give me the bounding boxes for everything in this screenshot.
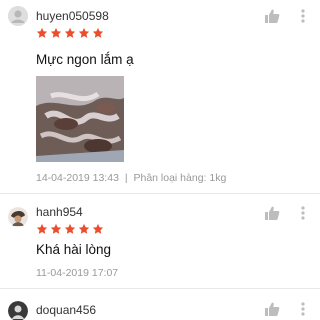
review-item: huyen050598 Mực ngon lắm ạ 14-04-2019 13…: [0, 0, 320, 188]
review-item: doquan456: [0, 289, 320, 320]
meta-separator: |: [124, 172, 128, 184]
user-photo-avatar-icon[interactable]: [8, 301, 28, 320]
review-item: hanh954 Khá hài lòng 11-04-2019 17:07: [0, 194, 320, 282]
star-icon: [36, 223, 48, 234]
star-icon: [78, 223, 90, 234]
thumbs-up-icon[interactable]: [264, 301, 280, 317]
reviewer-username[interactable]: doquan456: [36, 303, 96, 317]
variation-label: Phân loại hàng: 1kg: [133, 172, 227, 184]
user-photo-avatar-icon[interactable]: [8, 207, 28, 227]
more-options-icon[interactable]: [296, 205, 310, 221]
star-icon: [36, 27, 48, 38]
star-icon: [64, 27, 76, 38]
review-meta: 14-04-2019 13:43 | Phân loại hàng: 1kg: [36, 172, 226, 184]
review-date: 14-04-2019 13:43: [36, 172, 119, 184]
reviewer-username[interactable]: hanh954: [36, 205, 83, 219]
review-comment: Khá hài lòng: [36, 242, 112, 257]
star-icon: [50, 223, 62, 234]
more-options-icon[interactable]: [296, 301, 310, 317]
star-icon: [64, 223, 76, 234]
thumbs-up-icon[interactable]: [264, 8, 280, 24]
star-icon: [92, 223, 104, 234]
reviewer-username[interactable]: huyen050598: [36, 9, 109, 23]
star-icon: [78, 27, 90, 38]
default-user-avatar-icon[interactable]: [8, 6, 28, 26]
star-icon: [50, 27, 62, 38]
review-comment: Mực ngon lắm ạ: [36, 52, 134, 67]
star-rating: [36, 27, 104, 41]
review-photo[interactable]: [36, 76, 124, 162]
more-options-icon[interactable]: [296, 8, 310, 24]
star-icon: [92, 27, 104, 38]
star-rating: [36, 223, 104, 237]
review-date: 11-04-2019 17:07: [36, 267, 119, 279]
thumbs-up-icon[interactable]: [264, 205, 280, 221]
